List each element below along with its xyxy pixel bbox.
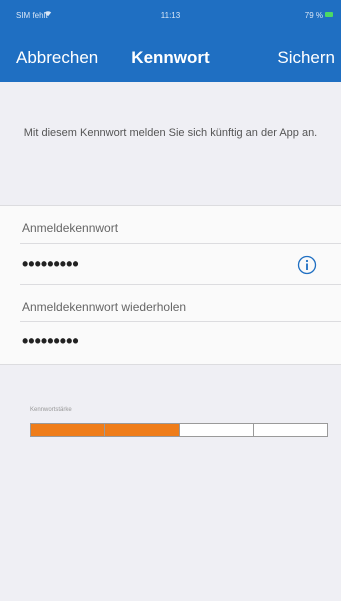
divider (20, 243, 341, 244)
divider (0, 205, 341, 206)
divider (20, 284, 341, 285)
status-bar: SIM fehlt 11:13 79 % (0, 0, 341, 28)
save-button[interactable]: Sichern (277, 48, 335, 68)
strength-segment (179, 424, 254, 436)
repeat-password-label: Anmeldekennwort wiederholen (22, 300, 187, 314)
divider (20, 321, 341, 322)
nav-bar: Abbrechen Kennwort Sichern (0, 40, 341, 76)
password-strength-meter (30, 423, 328, 437)
header: SIM fehlt 11:13 79 % Abbrechen Kennwort … (0, 0, 341, 82)
password-form: Anmeldekennwort ••••••••• Anmeldekennwor… (0, 205, 341, 365)
password-input[interactable]: ••••••••• (22, 254, 79, 275)
battery-icon (325, 12, 333, 17)
divider (0, 364, 341, 365)
strength-segment (31, 424, 106, 436)
password-strength-label: Kennwortstärke (30, 407, 72, 413)
battery-label: 79 % (304, 11, 323, 20)
hint-text: Mit diesem Kennwort melden Sie sich künf… (23, 127, 318, 139)
info-icon[interactable] (297, 255, 317, 275)
strength-segment (105, 424, 180, 436)
clock-label: 11:13 (160, 11, 181, 20)
repeat-password-input[interactable]: ••••••••• (22, 331, 79, 352)
password-label: Anmeldekennwort (22, 221, 119, 235)
strength-segment (253, 424, 327, 436)
